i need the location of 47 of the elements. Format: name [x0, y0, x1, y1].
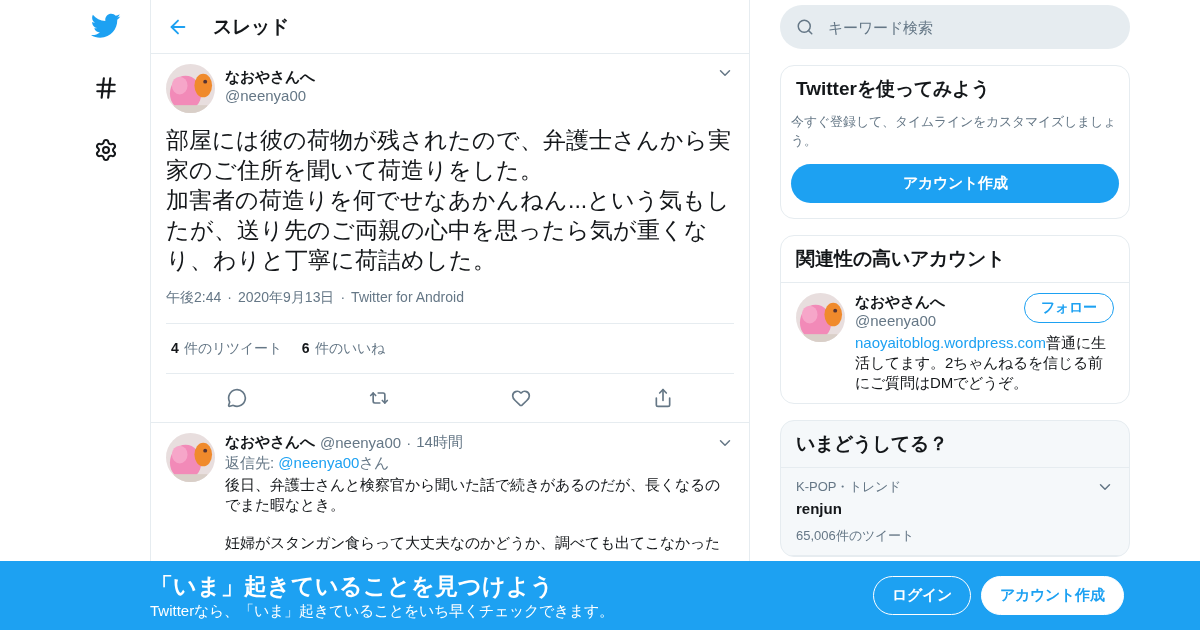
bird-icon[interactable]	[91, 13, 121, 39]
separator-dot: ·	[406, 434, 412, 451]
reply-paragraph: 後日、弁護士さんと検察官から聞いた話で続きがあるのだが、長くなるのでまた暇なとき。	[225, 475, 721, 515]
tweet-time: 午後2:44	[166, 289, 222, 307]
trend-name[interactable]: renjun	[796, 500, 1096, 517]
reply-icon[interactable]	[227, 388, 247, 408]
reply-paragraph: 妊婦がスタンガン食らって大丈夫なのかどうか、調べても出てこなかった	[225, 533, 721, 553]
reply-to-text: 返信先: @neenya00さん	[225, 454, 391, 473]
tweet-text: 加害者の荷造りを何でせなあかんねん...という気もしたが、送り先のご両親の心中を思ったら気が重くなり、わりと丁寧に荷詰めした。	[166, 186, 732, 275]
search-input[interactable]: キーワード検索	[828, 5, 1114, 49]
card-text: 今すぐ登録して、タイムラインをカスタマイズしましょう。	[791, 113, 1117, 150]
follow-button[interactable]: フォロー	[1024, 293, 1114, 323]
tweet-source[interactable]: Twitter for Android	[351, 289, 464, 307]
page-title: スレッド	[213, 14, 289, 39]
tweet-date: 2020年9月13日	[237, 289, 335, 307]
author-name[interactable]: なおやさんへ	[225, 433, 315, 452]
heart-icon[interactable]	[511, 388, 531, 408]
signup-button[interactable]: アカウント作成	[791, 164, 1119, 203]
separator-dot: ·	[340, 289, 346, 307]
banner-title: 「いま」起きていることを見つけよう	[150, 571, 555, 601]
tweet-text: 部屋には彼の荷物が残されたので、弁護士さんから実家のご住所を聞いて荷造りをした。	[166, 126, 732, 185]
reply-time: 14時間	[416, 433, 463, 452]
account-handle[interactable]: @neenya00	[855, 312, 1014, 329]
signup-button[interactable]: アカウント作成	[981, 576, 1124, 615]
stat-count[interactable]: 4	[171, 339, 179, 358]
card-title: いまどうしてる？	[781, 421, 1129, 468]
separator-dot: ·	[227, 289, 232, 307]
banner-subtitle: Twitterなら、「いま」起きていることをいち早くチェックできます。	[150, 601, 616, 621]
account-name[interactable]: なおやさんへ	[855, 293, 1014, 312]
trend-count: 65,006件のツイート	[796, 527, 915, 545]
author-name[interactable]: なおやさんへ	[225, 68, 706, 87]
author-handle[interactable]: @neenya00	[225, 87, 706, 104]
account-bio: naoyaitoblog.wordpress.com普通に生活してます。2ちゃんねるを信じる前にご質問はDMでどうぞ。	[855, 333, 1107, 393]
hashtag-icon[interactable]	[93, 75, 119, 101]
card-title: Twitterを使ってみよう	[795, 77, 991, 101]
stat-label[interactable]: 件のリツイート	[183, 339, 282, 358]
mention-link[interactable]: @neenya00	[278, 454, 360, 471]
stat-label[interactable]: 件のいいね	[314, 339, 385, 358]
share-icon[interactable]	[653, 388, 673, 408]
card-title: 関連性の高いアカウント	[781, 236, 1129, 283]
author-handle[interactable]: @neenya00	[320, 434, 402, 451]
search-field[interactable]: キーワード検索	[780, 5, 1130, 49]
bio-link[interactable]: naoyaitoblog.wordpress.com	[855, 334, 1046, 351]
search-icon	[796, 18, 814, 36]
settings-icon[interactable]	[94, 138, 118, 162]
trend-context: K-POP・トレンド	[796, 478, 903, 496]
stat-count[interactable]: 6	[301, 339, 310, 358]
